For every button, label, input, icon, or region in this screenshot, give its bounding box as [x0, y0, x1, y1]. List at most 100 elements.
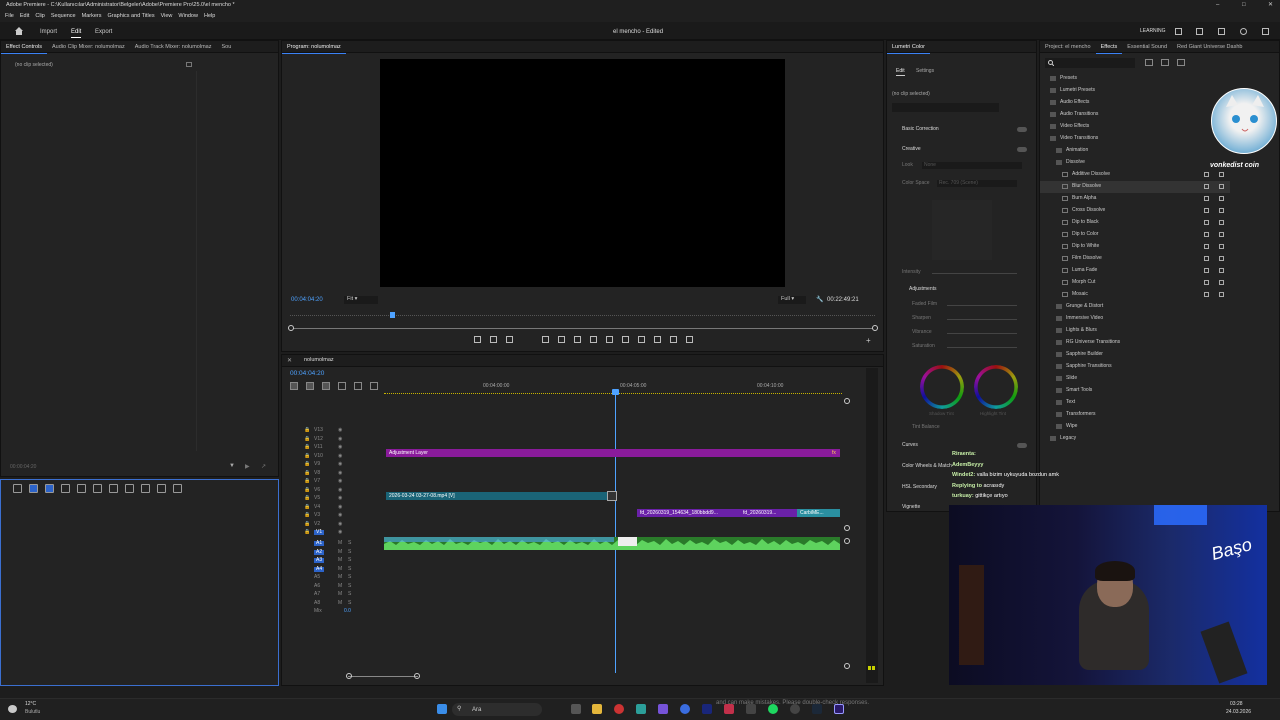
- task-view-icon[interactable]: [571, 704, 581, 714]
- mute-button[interactable]: M: [338, 600, 342, 606]
- add-marker-tl-icon[interactable]: [322, 382, 330, 390]
- left-tab-2[interactable]: Audio Track Mixer: nolumolmaz: [130, 41, 217, 53]
- video-track-v7[interactable]: 🔒 V7 ◉: [302, 478, 362, 486]
- audio-track-a3[interactable]: A3 M S: [302, 557, 372, 565]
- effect-item[interactable]: Morph Cut: [1040, 277, 1230, 289]
- audio-gap-clip[interactable]: [618, 537, 637, 546]
- highlight-tint-wheel[interactable]: [974, 365, 1018, 409]
- app-icon-3[interactable]: [746, 704, 756, 714]
- solo-button[interactable]: S: [348, 575, 351, 580]
- hscroll-right-handle[interactable]: [414, 673, 420, 679]
- track-eye-icon[interactable]: ◉: [338, 530, 342, 535]
- mark-in-icon[interactable]: [490, 336, 497, 343]
- effects-folder[interactable]: Audio Transitions: [1040, 109, 1230, 121]
- track-lock-icon[interactable]: 🔒: [304, 487, 310, 493]
- opera-icon[interactable]: [614, 704, 624, 714]
- go-to-out-icon[interactable]: [606, 336, 613, 343]
- hand-tool-icon[interactable]: [125, 484, 134, 493]
- video-track-v2[interactable]: 🔒 V2 ◉: [302, 521, 362, 529]
- snap-icon[interactable]: [290, 382, 298, 390]
- lumetri-creative-toggle[interactable]: [1017, 147, 1027, 152]
- selection-tool-icon[interactable]: [13, 484, 22, 493]
- solo-button[interactable]: S: [348, 549, 351, 555]
- lumetri-adjustments[interactable]: Adjustments: [909, 287, 1027, 295]
- menu-sequence[interactable]: Sequence: [51, 13, 76, 19]
- yuv-effects-icon[interactable]: [1177, 59, 1185, 66]
- colorspace-select[interactable]: Rec. 709 (Scene): [937, 180, 1017, 187]
- filter-icon[interactable]: ▼: [229, 463, 235, 469]
- solo-button[interactable]: S: [348, 600, 351, 606]
- track-eye-icon[interactable]: ◉: [338, 487, 342, 493]
- timeline-settings-icon[interactable]: [338, 382, 346, 390]
- effects-folder[interactable]: Video Effects: [1040, 121, 1230, 133]
- look-select[interactable]: None: [922, 162, 1022, 169]
- linked-selection-icon[interactable]: [306, 382, 314, 390]
- lumetri-faded[interactable]: Faded Film: [912, 302, 1027, 310]
- edge-icon[interactable]: [680, 704, 690, 714]
- creative-cloud-icon[interactable]: [724, 704, 734, 714]
- audio-track-a2[interactable]: A2 M S: [302, 549, 372, 557]
- zoom-select[interactable]: Fit ▾: [344, 296, 378, 304]
- left-tab-3[interactable]: Sou: [216, 41, 236, 53]
- effect-item[interactable]: Dip to Color: [1040, 229, 1230, 241]
- audio-track-a6[interactable]: A6 M S: [302, 583, 372, 591]
- effects-folder[interactable]: Dissolve: [1040, 157, 1230, 169]
- shadow-tint-wheel[interactable]: [920, 365, 964, 409]
- solo-button[interactable]: S: [348, 541, 351, 546]
- left-tab-1[interactable]: Audio Clip Mixer: nolumolmaz: [47, 41, 130, 53]
- video-clip-carbi[interactable]: CarbiME...: [797, 509, 840, 517]
- close-sequence-icon[interactable]: ✕: [287, 358, 292, 364]
- effects-folder[interactable]: Animation: [1040, 145, 1230, 157]
- razor-tool-icon[interactable]: [61, 484, 70, 493]
- mute-button[interactable]: M: [338, 541, 342, 546]
- effect-item[interactable]: Burn Alpha: [1040, 193, 1230, 205]
- workspace-icon[interactable]: [1175, 28, 1182, 35]
- effects-folder[interactable]: Sapphire Builder: [1040, 349, 1230, 361]
- lumetri-tab[interactable]: Lumetri Color: [887, 41, 931, 54]
- track-eye-icon[interactable]: ◉: [338, 504, 342, 510]
- track-lock-icon[interactable]: 🔒: [304, 470, 310, 476]
- scroll-handle-right[interactable]: [872, 325, 878, 331]
- photoshop-icon[interactable]: [702, 704, 712, 714]
- video-track-v9[interactable]: 🔒 V9 ◉: [302, 461, 362, 469]
- faded-slider[interactable]: [947, 305, 1017, 306]
- effects-folder[interactable]: Audio Effects: [1040, 97, 1230, 109]
- track-eye-icon[interactable]: ◉: [338, 521, 342, 527]
- steam-icon[interactable]: [812, 704, 822, 714]
- minimize-icon[interactable]: –: [1216, 2, 1219, 8]
- track-eye-icon[interactable]: ◉: [338, 453, 342, 459]
- fullscreen-icon[interactable]: [1262, 28, 1269, 35]
- track-lock-icon[interactable]: 🔒: [304, 521, 310, 527]
- effects-folder[interactable]: Sapphire Transitions: [1040, 361, 1230, 373]
- video-track-v5[interactable]: 🔒 V5 ◉: [302, 495, 362, 503]
- app-icon-4[interactable]: [790, 704, 800, 714]
- edit-tab[interactable]: Edit: [71, 29, 82, 38]
- lumetri-basic[interactable]: Basic Correction: [902, 127, 1027, 135]
- track-lock-icon[interactable]: 🔒: [304, 496, 310, 501]
- video-clip-fd1[interactable]: fd_20260319_154634_180bbdd9...: [637, 509, 740, 517]
- timeline-hscroll[interactable]: [348, 676, 418, 677]
- solo-button[interactable]: S: [348, 566, 351, 572]
- video-track-v13[interactable]: 🔒 V13 ◉: [302, 427, 362, 435]
- learning-button[interactable]: LEARNING: [1140, 29, 1166, 34]
- program-timecode[interactable]: 00:04:04:20: [291, 297, 323, 303]
- track-lock-icon[interactable]: 🔒: [304, 479, 310, 484]
- app-icon-2[interactable]: [658, 704, 668, 714]
- play-icon[interactable]: [574, 336, 581, 343]
- video-track-v3[interactable]: 🔒 V3 ◉: [302, 512, 362, 520]
- insert-icon[interactable]: [622, 336, 629, 343]
- vscroll-top[interactable]: [844, 398, 850, 404]
- scroll-handle-left[interactable]: [288, 325, 294, 331]
- adjustment-layer-clip[interactable]: Adjustment Layer: [386, 449, 840, 457]
- vscroll-audio[interactable]: [844, 538, 850, 544]
- transition-marker[interactable]: [607, 491, 617, 501]
- solo-button[interactable]: S: [348, 583, 351, 589]
- effects-folder[interactable]: Lumetri Presets: [1040, 85, 1230, 97]
- add-marker-icon[interactable]: [474, 336, 481, 343]
- resolution-select[interactable]: Full ▾: [778, 296, 806, 304]
- effects-tab-2[interactable]: Essential Sound: [1122, 41, 1172, 53]
- mute-button[interactable]: M: [338, 583, 342, 589]
- vscroll-mid[interactable]: [844, 525, 850, 531]
- effects-tab-0[interactable]: Project: el mencho: [1040, 41, 1096, 53]
- menu-help[interactable]: Help: [204, 13, 215, 19]
